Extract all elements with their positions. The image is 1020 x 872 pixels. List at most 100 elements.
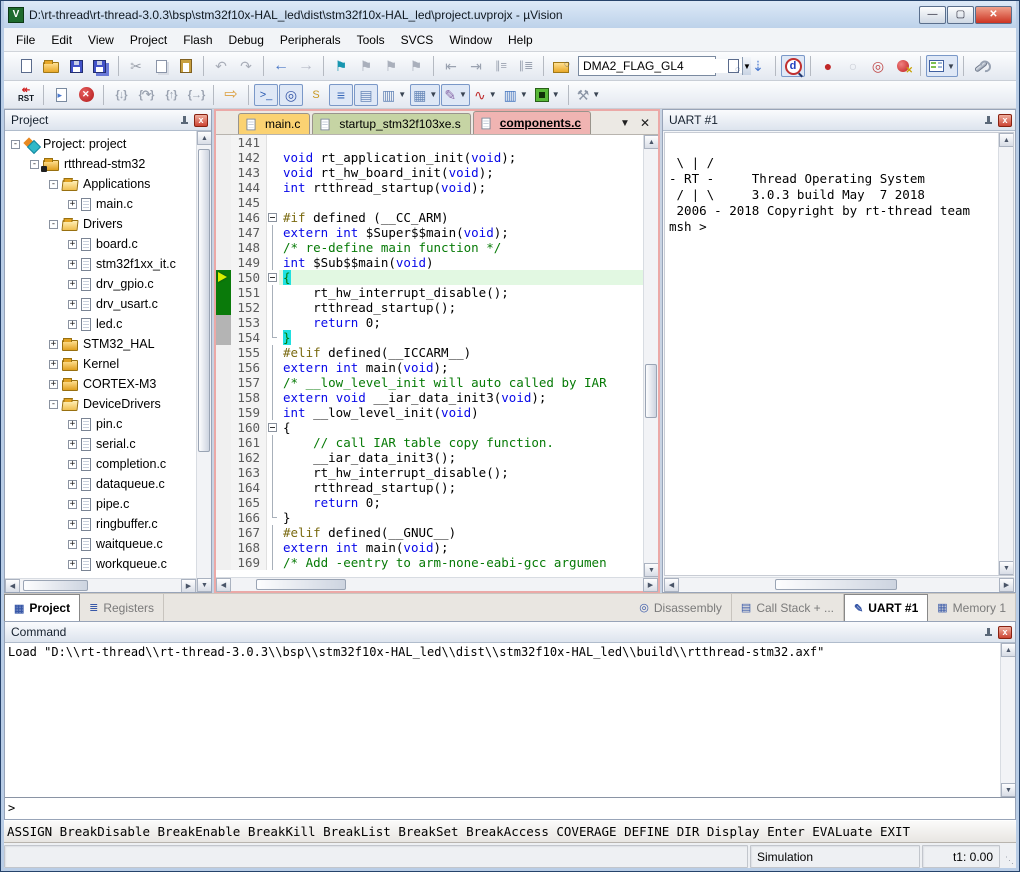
command-window-button[interactable]: >_ — [254, 84, 278, 106]
step-over-button[interactable]: {↷} — [134, 84, 158, 106]
maximize-button[interactable]: ▢ — [947, 6, 974, 24]
menu-window[interactable]: Window — [441, 30, 500, 50]
serial-window-button[interactable]: ✎▼ — [441, 84, 470, 106]
pin-icon[interactable] — [983, 627, 994, 638]
uart-close-icon[interactable]: x — [998, 114, 1012, 127]
code-line-145[interactable]: 145 — [216, 195, 643, 210]
tree-expander-icon[interactable]: + — [68, 420, 77, 429]
menu-view[interactable]: View — [80, 30, 122, 50]
tree-item-completion-c[interactable]: +completion.c — [7, 454, 196, 474]
dock-tab-memory-1[interactable]: ▦Memory 1 — [928, 594, 1016, 621]
tree-expander-icon[interactable]: + — [68, 200, 77, 209]
code-line-155[interactable]: 155#elif defined(__ICCARM__) — [216, 345, 643, 360]
find-text-input[interactable] — [579, 59, 742, 73]
code-line-154[interactable]: 154} — [216, 330, 643, 345]
scroll-up-icon[interactable]: ▲ — [999, 133, 1014, 147]
tree-item-pipe-c[interactable]: +pipe.c — [7, 494, 196, 514]
tree-expander-icon[interactable]: - — [49, 180, 58, 189]
incremental-find-button[interactable]: ⇣ — [746, 55, 770, 77]
navigate-back-button[interactable]: ← — [269, 55, 293, 77]
scroll-up-icon[interactable]: ▲ — [644, 135, 658, 149]
code-line-160[interactable]: 160{ — [216, 420, 643, 435]
code-line-167[interactable]: 167#elif defined(__GNUC__) — [216, 525, 643, 540]
fold-column[interactable] — [267, 420, 279, 435]
menu-peripherals[interactable]: Peripherals — [272, 30, 349, 50]
command-close-icon[interactable]: x — [998, 626, 1012, 639]
code-line-153[interactable]: 153 return 0; — [216, 315, 643, 330]
code-line-164[interactable]: 164 rtthread_startup(); — [216, 480, 643, 495]
window-layout-button[interactable]: ▼ — [926, 55, 958, 77]
tree-item-main-c[interactable]: +main.c — [7, 194, 196, 214]
fold-column[interactable] — [267, 210, 279, 225]
code-line-150[interactable]: 150{ — [216, 270, 643, 285]
undo-button[interactable]: ↶ — [209, 55, 233, 77]
editor-tab-components-c[interactable]: components.c — [473, 111, 591, 134]
dock-tab-project[interactable]: ▦Project — [4, 594, 80, 621]
code-line-162[interactable]: 162 __iar_data_init3(); — [216, 450, 643, 465]
tree-item-stm32f1xx-it-c[interactable]: +stm32f1xx_it.c — [7, 254, 196, 274]
project-hscrollbar[interactable]: ◀ ▶ — [5, 578, 196, 592]
find-in-files-button[interactable] — [549, 55, 573, 77]
uart-hscrollbar[interactable]: ◀ ▶ — [664, 577, 1014, 591]
run-to-line-button[interactable]: {→} — [184, 84, 208, 106]
cut-button[interactable]: ✂ — [124, 55, 148, 77]
paste-button[interactable] — [174, 55, 198, 77]
scroll-up-icon[interactable]: ▲ — [197, 131, 211, 145]
tree-item-serial-c[interactable]: +serial.c — [7, 434, 196, 454]
scroll-right-icon[interactable]: ▶ — [181, 579, 196, 592]
tree-expander-icon[interactable]: + — [68, 300, 77, 309]
command-output[interactable]: Load "D:\\rt-thread\\rt-thread-3.0.3\\bs… — [5, 643, 1000, 797]
tree-expander-icon[interactable]: + — [68, 480, 77, 489]
find-text-combobox[interactable]: ▼ — [578, 56, 716, 76]
scroll-right-icon[interactable]: ▶ — [643, 578, 658, 592]
code-editor[interactable]: 141142void rt_application_init(void);143… — [216, 135, 643, 577]
code-line-151[interactable]: 151 rt_hw_interrupt_disable(); — [216, 285, 643, 300]
previous-bookmark-button[interactable]: ⚑ — [354, 55, 378, 77]
tree-expander-icon[interactable]: + — [68, 500, 77, 509]
tree-item-applications[interactable]: -Applications — [7, 174, 196, 194]
navigate-forward-button[interactable]: → — [294, 55, 318, 77]
scroll-left-icon[interactable]: ◀ — [664, 578, 679, 592]
tree-item-drv-gpio-c[interactable]: +drv_gpio.c — [7, 274, 196, 294]
call-stack-window-button[interactable]: ▤ — [354, 84, 378, 106]
insert-breakpoint-button[interactable]: ● — [816, 55, 840, 77]
tree-expander-icon[interactable]: + — [68, 560, 77, 569]
debug-toolbox-button[interactable]: ⚒▼ — [574, 84, 603, 106]
copy-button[interactable] — [149, 55, 173, 77]
tree-expander-icon[interactable]: + — [68, 540, 77, 549]
tree-item-drivers[interactable]: -Drivers — [7, 214, 196, 234]
editor-hscrollbar[interactable]: ◀ ▶ — [216, 577, 658, 591]
run-button[interactable]: ⇨ — [219, 84, 243, 106]
resize-grip[interactable]: ⋱ — [1002, 845, 1016, 868]
disable-breakpoint-button[interactable]: ○ — [841, 55, 865, 77]
code-line-148[interactable]: 148/* re-define main function */ — [216, 240, 643, 255]
stop-debug-button[interactable] — [74, 84, 98, 106]
system-viewer-button[interactable]: ▼ — [532, 84, 563, 106]
scroll-down-icon[interactable]: ▼ — [999, 561, 1014, 575]
tree-expander-icon[interactable]: - — [49, 220, 58, 229]
code-line-165[interactable]: 165 return 0; — [216, 495, 643, 510]
command-vscrollbar[interactable]: ▲ ▼ — [1000, 643, 1015, 797]
title-bar[interactable]: V D:\rt-thread\rt-thread-3.0.3\bsp\stm32… — [4, 1, 1016, 28]
start-stop-debug-button[interactable]: d — [781, 55, 805, 77]
code-line-142[interactable]: 142void rt_application_init(void); — [216, 150, 643, 165]
menu-tools[interactable]: Tools — [349, 30, 393, 50]
clear-bookmarks-button[interactable]: ⚑ — [404, 55, 428, 77]
project-vscrollbar[interactable]: ▲ ▼ — [196, 131, 211, 592]
new-file-button[interactable] — [14, 55, 38, 77]
tree-expander-icon[interactable]: + — [68, 320, 77, 329]
tree-expander-icon[interactable]: + — [49, 380, 58, 389]
menu-help[interactable]: Help — [500, 30, 541, 50]
code-line-169[interactable]: 169/* Add -eentry to arm-none-eabi-gcc a… — [216, 555, 643, 570]
tree-item-pin-c[interactable]: +pin.c — [7, 414, 196, 434]
tree-item-board-c[interactable]: +board.c — [7, 234, 196, 254]
comment-button[interactable]: ∥≡ — [489, 55, 513, 77]
reset-cpu-button[interactable]: ↞RST — [14, 84, 38, 106]
save-button[interactable] — [64, 55, 88, 77]
dock-tab-call-stack-[interactable]: ▤Call Stack + ... — [732, 594, 844, 621]
pin-icon[interactable] — [983, 115, 994, 126]
tree-item-dataqueue-c[interactable]: +dataqueue.c — [7, 474, 196, 494]
scroll-left-icon[interactable]: ◀ — [5, 579, 20, 592]
fold-collapse-icon[interactable] — [268, 423, 277, 432]
menu-svcs[interactable]: SVCS — [393, 30, 442, 50]
